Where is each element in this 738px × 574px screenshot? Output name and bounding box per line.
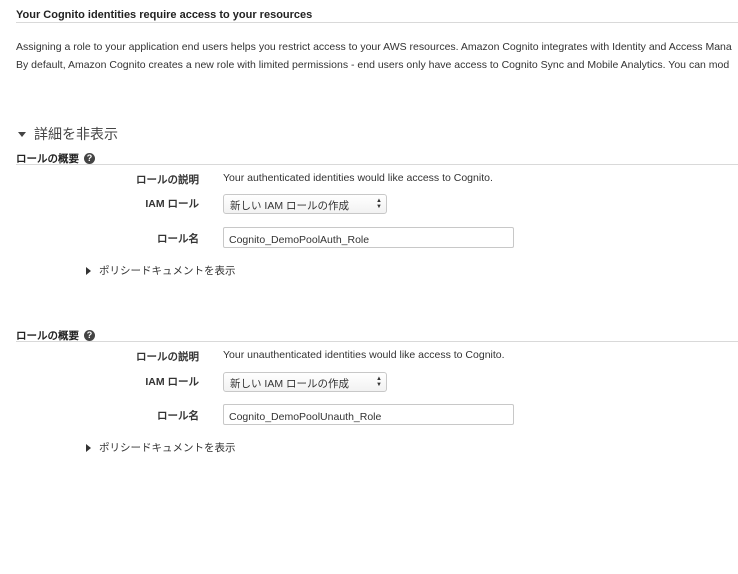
question-circle-icon[interactable]: ? — [84, 153, 95, 164]
role-description-label: ロールの説明 — [136, 351, 199, 363]
question-circle-icon[interactable]: ? — [84, 330, 95, 341]
iam-role-selected-value: 新しい IAM ロールの作成 — [230, 378, 350, 390]
page-title: Your Cognito identities require access t… — [16, 9, 313, 21]
iam-role-select[interactable]: 新しい IAM ロールの作成 ▲ ▼ — [223, 194, 387, 214]
up-down-arrows-icon: ▲ ▼ — [376, 376, 382, 388]
iam-role-label: IAM ロール — [145, 198, 199, 210]
role-name-input[interactable] — [223, 404, 514, 425]
divider — [16, 341, 738, 342]
divider — [16, 164, 738, 165]
role-description-value: Your unauthenticated identities would li… — [223, 349, 505, 361]
view-policy-document-link[interactable]: ポリシードキュメントを表示 — [86, 263, 236, 278]
iam-role-selected-value: 新しい IAM ロールの作成 — [230, 200, 350, 212]
intro-text-line-2: By default, Amazon Cognito creates a new… — [16, 59, 730, 71]
iam-role-select[interactable]: 新しい IAM ロールの作成 ▲ ▼ — [223, 372, 387, 392]
view-policy-document-label: ポリシードキュメントを表示 — [99, 442, 236, 454]
role-description-value: Your authenticated identities would like… — [223, 172, 493, 184]
divider — [16, 22, 738, 23]
up-down-arrows-icon: ▲ ▼ — [376, 198, 382, 210]
view-policy-document-label: ポリシードキュメントを表示 — [99, 265, 236, 277]
caret-right-icon — [86, 266, 91, 275]
role-description-label: ロールの説明 — [136, 174, 199, 186]
caret-down-icon — [18, 131, 26, 137]
role-name-label: ロール名 — [157, 410, 199, 422]
intro-text-line-1: Assigning a role to your application end… — [16, 41, 732, 53]
role-name-label: ロール名 — [157, 233, 199, 245]
view-policy-document-link[interactable]: ポリシードキュメントを表示 — [86, 440, 236, 455]
iam-role-label: IAM ロール — [145, 376, 199, 388]
role-name-input[interactable] — [223, 227, 514, 248]
hide-details-toggle[interactable]: 詳細を非表示 — [16, 124, 118, 144]
caret-right-icon — [86, 443, 91, 452]
hide-details-label: 詳細を非表示 — [34, 126, 118, 142]
